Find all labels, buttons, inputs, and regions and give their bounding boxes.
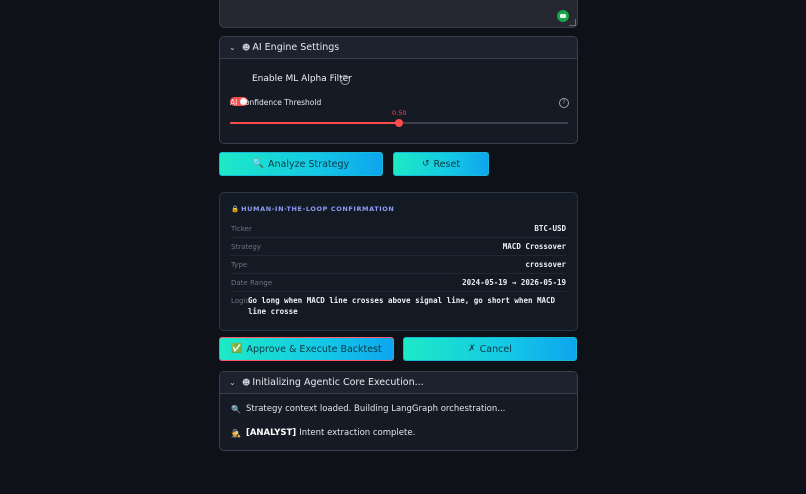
ai-engine-settings-expander: ⌄ ☻ AI Engine Settings Enable ML Alpha F… [219, 36, 578, 144]
confirmation-card: 🔒 HUMAN-IN-THE-LOOP CONFIRMATION Ticker … [219, 192, 578, 331]
ml-alpha-filter-label: Enable ML Alpha Filter [252, 74, 352, 84]
reset-button[interactable]: ↺ Reset [393, 152, 489, 176]
date-range-value: 2024-05-19 → 2026-05-19 [462, 278, 566, 287]
logic-value: Go long when MACD line crosses above sig… [248, 296, 556, 316]
log-text: Strategy context loaded. Building LangGr… [245, 404, 506, 414]
execution-status-header[interactable]: ⌄ ☻ Initializing Agentic Core Execution.… [220, 372, 577, 394]
confidence-value: 0.50 [392, 109, 407, 117]
analyze-strategy-label: Analyze Strategy [268, 158, 350, 170]
detective-icon: 🕵 [231, 428, 241, 438]
logic-label: Logic [231, 297, 250, 305]
chevron-down-icon: ⌄ [229, 43, 236, 52]
log-text: Intent extraction complete. [299, 428, 416, 438]
robot-icon: ☻ [242, 378, 251, 387]
execution-status-title: Initializing Agentic Core Execution... [252, 377, 424, 388]
close-icon: ✗ [468, 344, 476, 354]
reset-label: Reset [433, 158, 461, 170]
confidence-slider-thumb[interactable] [395, 119, 403, 127]
resize-handle-icon[interactable] [569, 19, 576, 26]
log-line: 🔍 Strategy context loaded. Building Lang… [231, 404, 505, 414]
strategy-text-area[interactable] [219, 0, 578, 28]
row-divider [231, 255, 566, 256]
ticker-label: Ticker [231, 225, 252, 233]
strategy-label: Strategy [231, 243, 261, 251]
confirmation-title: 🔒 HUMAN-IN-THE-LOOP CONFIRMATION [231, 205, 395, 213]
grammarly-icon[interactable] [557, 10, 569, 22]
ai-engine-settings-header[interactable]: ⌄ ☻ AI Engine Settings [220, 37, 577, 59]
log-line: 🕵 [ANALYST] Intent extraction complete. [231, 428, 415, 438]
cancel-button[interactable]: ✗ Cancel [403, 337, 577, 361]
reset-icon: ↺ [421, 159, 430, 169]
lock-icon: 🔒 [231, 205, 240, 213]
cancel-label: Cancel [479, 343, 512, 355]
confidence-threshold-label: AI Confidence Threshold [230, 98, 322, 107]
type-label: Type [231, 261, 248, 269]
help-icon[interactable]: ? [340, 75, 350, 85]
log-tag: [ANALYST] [245, 428, 297, 438]
execution-status-expander: ⌄ ☻ Initializing Agentic Core Execution.… [219, 371, 578, 451]
approve-execute-button[interactable]: ✅ Approve & Execute Backtest [219, 337, 394, 361]
row-divider [231, 237, 566, 238]
type-value: crossover [525, 260, 566, 269]
search-icon: 🔍 [252, 159, 265, 169]
date-range-label: Date Range [231, 279, 273, 287]
ai-engine-settings-title: AI Engine Settings [252, 42, 340, 53]
chevron-down-icon: ⌄ [229, 378, 236, 387]
help-icon[interactable]: ? [559, 98, 569, 108]
strategy-value: MACD Crossover [502, 242, 566, 251]
robot-icon: ☻ [242, 43, 251, 52]
confidence-slider-fill [230, 122, 399, 124]
check-icon: ✅ [231, 344, 243, 354]
row-divider [231, 291, 566, 292]
ticker-value: BTC-USD [534, 224, 566, 233]
row-divider [231, 273, 566, 274]
analyze-strategy-button[interactable]: 🔍 Analyze Strategy [219, 152, 383, 176]
approve-execute-label: Approve & Execute Backtest [246, 343, 382, 355]
search-icon: 🔍 [231, 404, 241, 414]
